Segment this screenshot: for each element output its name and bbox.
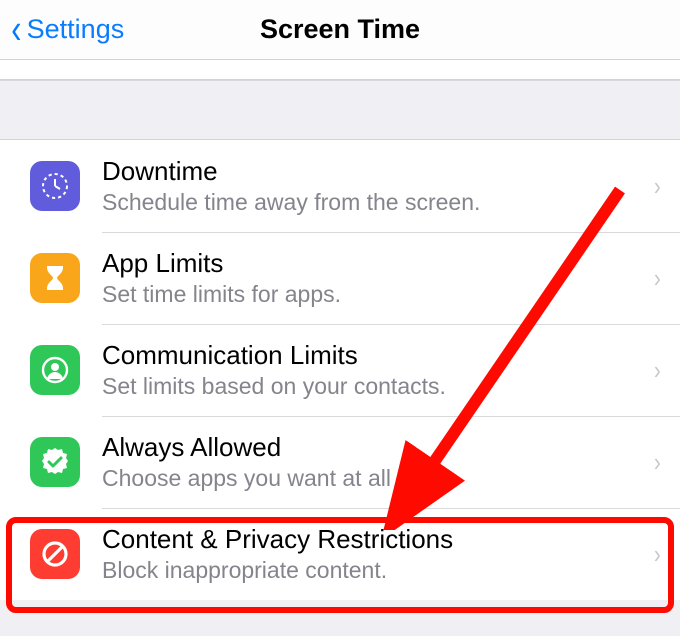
row-text: Communication Limits Set limits based on…: [102, 340, 645, 400]
row-subtitle: Set time limits for apps.: [102, 281, 645, 308]
chevron-right-icon: ›: [654, 263, 661, 294]
row-content-privacy-restrictions[interactable]: Content & Privacy Restrictions Block ina…: [0, 508, 680, 600]
row-subtitle: Schedule time away from the screen.: [102, 189, 645, 216]
header-bar: ‹ Settings Screen Time: [0, 0, 680, 60]
row-text: App Limits Set time limits for apps.: [102, 248, 645, 308]
back-label: Settings: [27, 14, 125, 45]
checkbadge-icon: [30, 437, 80, 487]
row-title: Always Allowed: [102, 432, 645, 463]
downtime-icon: [30, 161, 80, 211]
row-app-limits[interactable]: App Limits Set time limits for apps. ›: [0, 232, 680, 324]
page-title: Screen Time: [260, 14, 420, 45]
nosign-icon: [30, 529, 80, 579]
chevron-right-icon: ›: [654, 171, 661, 202]
row-subtitle: Choose apps you want at all times.: [102, 465, 645, 492]
row-text: Downtime Schedule time away from the scr…: [102, 156, 645, 216]
row-subtitle: Block inappropriate content.: [102, 557, 645, 584]
partial-row-peek: [0, 60, 680, 80]
row-downtime[interactable]: Downtime Schedule time away from the scr…: [0, 140, 680, 232]
row-title: App Limits: [102, 248, 645, 279]
row-title: Communication Limits: [102, 340, 645, 371]
row-text: Always Allowed Choose apps you want at a…: [102, 432, 645, 492]
chevron-right-icon: ›: [654, 539, 661, 570]
chevron-right-icon: ›: [654, 355, 661, 386]
hourglass-icon: [30, 253, 80, 303]
chevron-left-icon: ‹: [11, 9, 21, 51]
contact-icon: [30, 345, 80, 395]
section-gap: [0, 80, 680, 140]
row-text: Content & Privacy Restrictions Block ina…: [102, 524, 645, 584]
chevron-right-icon: ›: [654, 447, 661, 478]
row-communication-limits[interactable]: Communication Limits Set limits based on…: [0, 324, 680, 416]
settings-list: Downtime Schedule time away from the scr…: [0, 140, 680, 600]
row-subtitle: Set limits based on your contacts.: [102, 373, 645, 400]
row-title: Downtime: [102, 156, 645, 187]
row-always-allowed[interactable]: Always Allowed Choose apps you want at a…: [0, 416, 680, 508]
row-title: Content & Privacy Restrictions: [102, 524, 645, 555]
back-button[interactable]: ‹ Settings: [10, 11, 124, 49]
